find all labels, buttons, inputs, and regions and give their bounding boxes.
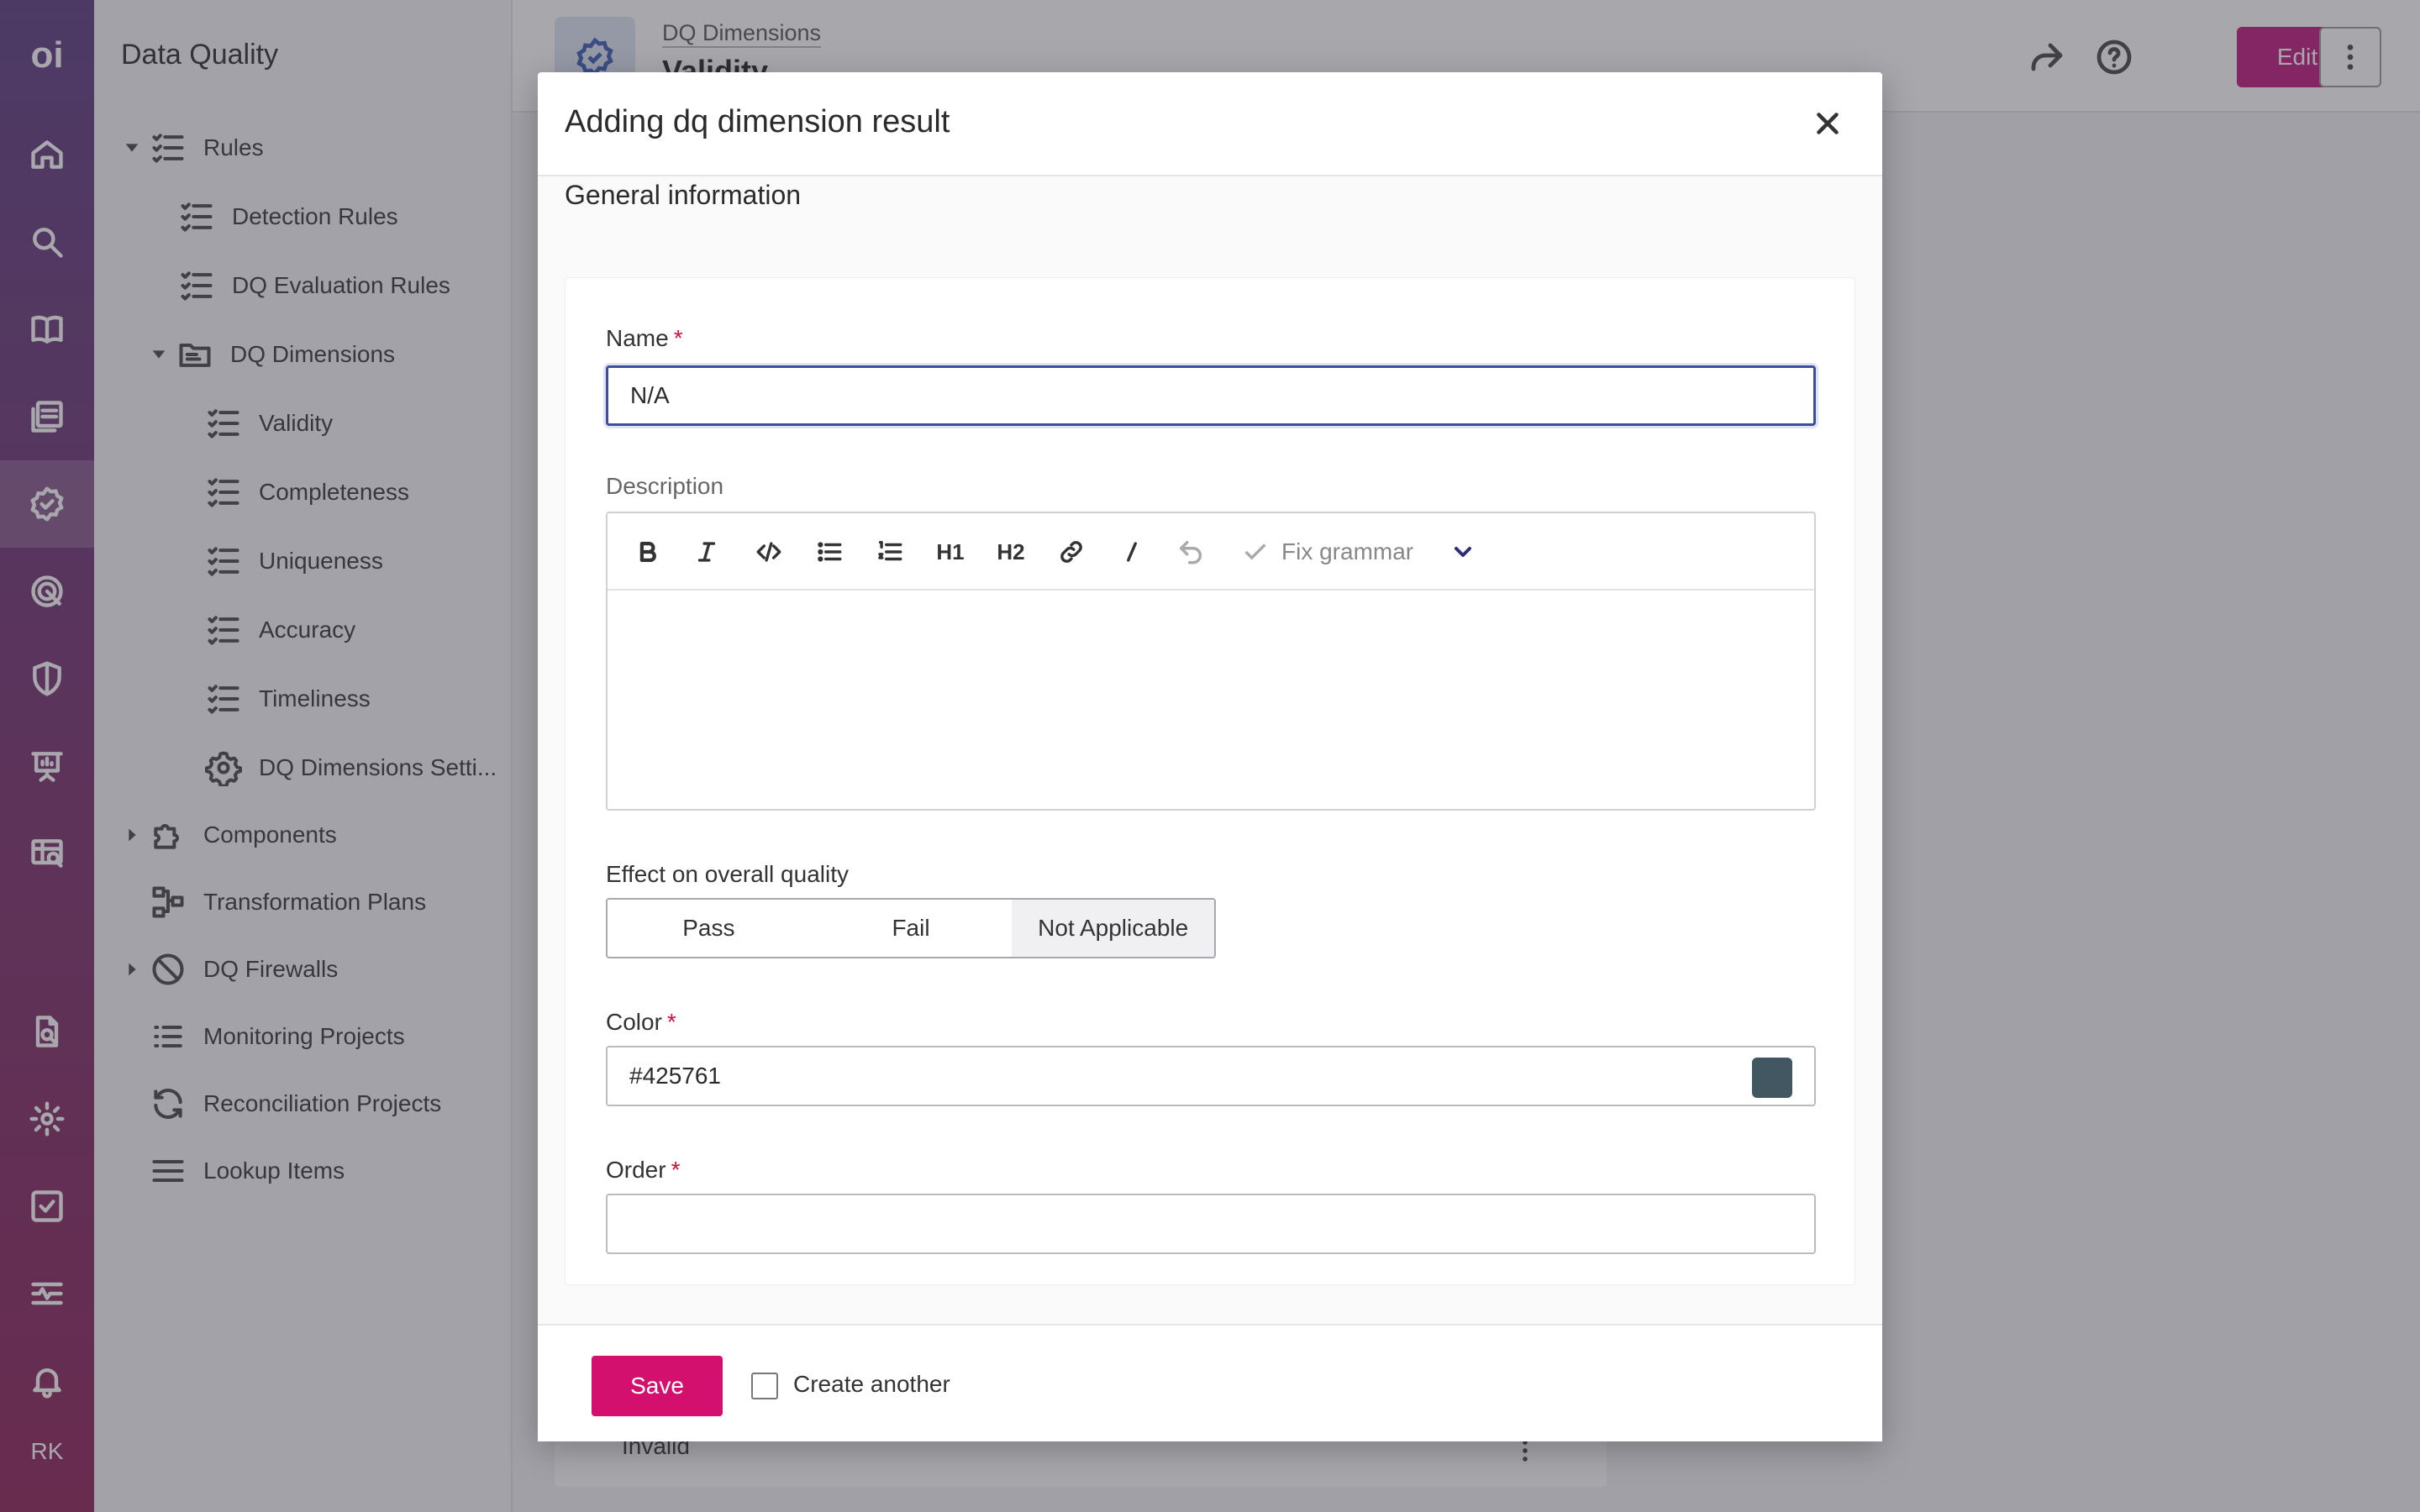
undo-icon[interactable] (1172, 532, 1209, 572)
heading1-button[interactable]: H1 (932, 532, 969, 572)
add-dimension-result-dialog: Adding dq dimension result General infor… (538, 72, 1882, 1441)
general-information-form: Name * N/A Description H1 H2 Fix grammar… (565, 277, 1855, 1285)
link-icon[interactable] (1053, 532, 1090, 572)
color-swatch[interactable] (1752, 1058, 1792, 1098)
code-icon[interactable] (749, 532, 789, 572)
create-another-checkbox[interactable] (751, 1373, 778, 1399)
editor-toolbar: H1 H2 Fix grammar (608, 513, 1814, 591)
chevron-down-icon[interactable] (1449, 538, 1476, 565)
save-button[interactable]: Save (592, 1356, 723, 1416)
check-icon (1244, 543, 1266, 560)
italic-icon[interactable] (690, 532, 723, 572)
effect-option-pass[interactable]: Pass (608, 900, 810, 957)
bullet-list-icon[interactable] (811, 532, 848, 572)
order-input[interactable] (606, 1194, 1816, 1254)
description-editor[interactable]: H1 H2 Fix grammar (606, 512, 1816, 811)
name-input[interactable]: N/A (606, 365, 1816, 426)
color-label: Color * (606, 1009, 676, 1035)
heading2-button[interactable]: H2 (992, 532, 1029, 572)
clear-format-icon[interactable] (1117, 532, 1147, 572)
close-icon[interactable] (1807, 102, 1849, 144)
create-another-label[interactable]: Create another (793, 1371, 950, 1398)
modal-title: Adding dq dimension result (565, 104, 950, 139)
fix-grammar-button[interactable]: Fix grammar (1241, 532, 1413, 572)
effect-option-fail[interactable]: Fail (810, 900, 1013, 957)
effect-label: Effect on overall quality (606, 861, 849, 887)
effect-option-not-applicable[interactable]: Not Applicable (1012, 900, 1214, 957)
modal-footer: Save Create another (538, 1324, 1882, 1441)
order-label: Order * (606, 1157, 681, 1183)
description-label: Description (606, 473, 724, 499)
color-value: #425761 (629, 1063, 722, 1089)
effect-segmented-control: Pass Fail Not Applicable (606, 898, 1216, 958)
modal-header: Adding dq dimension result (538, 72, 1882, 176)
color-input[interactable]: #425761 (606, 1046, 1816, 1106)
name-label: Name * (606, 325, 683, 351)
section-title: General information (565, 180, 802, 210)
bold-icon[interactable] (631, 532, 665, 572)
numbered-list-icon[interactable] (871, 532, 908, 572)
